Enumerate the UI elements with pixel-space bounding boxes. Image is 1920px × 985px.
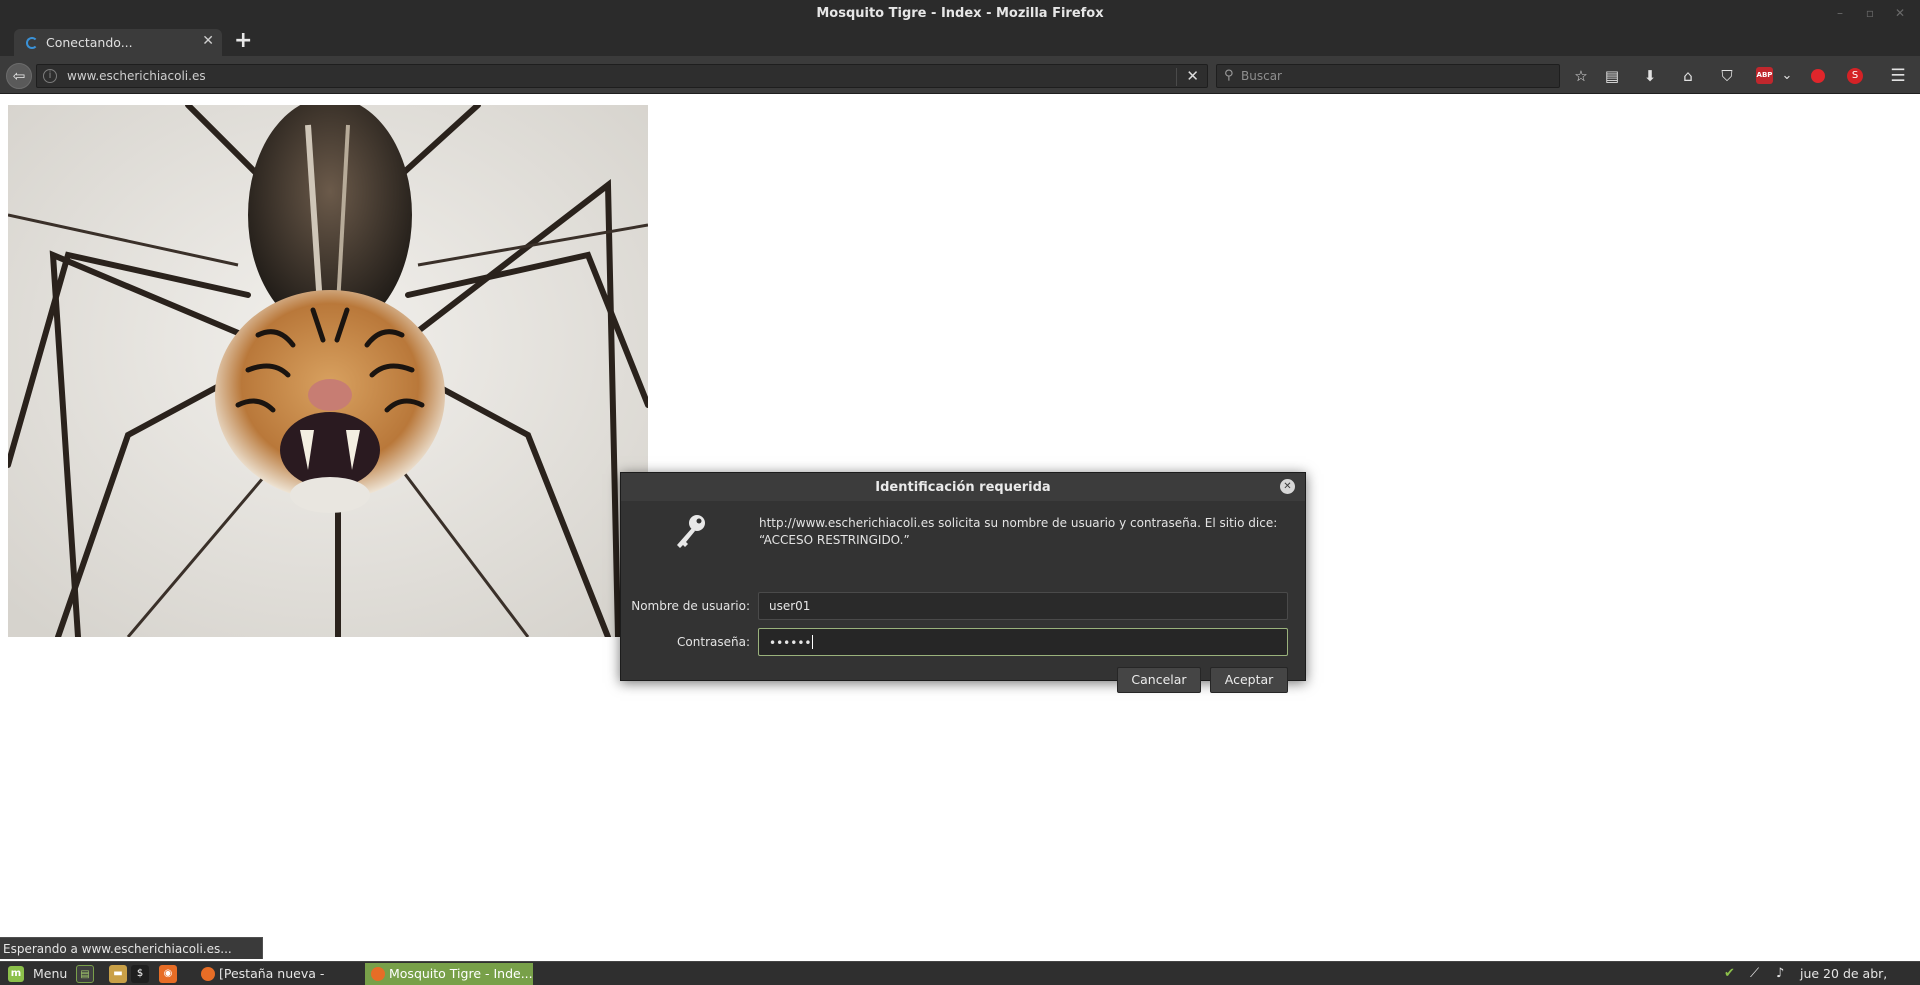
window-title: Mosquito Tigre - Index - Mozilla Firefox bbox=[816, 6, 1104, 21]
search-placeholder: Buscar bbox=[1241, 69, 1282, 83]
username-label: Nombre de usuario: bbox=[631, 599, 750, 613]
password-label: Contraseña: bbox=[677, 635, 750, 649]
record-icon[interactable] bbox=[1811, 69, 1825, 83]
firefox-icon bbox=[371, 967, 385, 981]
window-titlebar: Mosquito Tigre - Index - Mozilla Firefox… bbox=[0, 0, 1920, 28]
taskbar-window-new-tab[interactable]: [Pestaña nueva - Moz... bbox=[195, 963, 363, 985]
terminal-icon[interactable]: $ bbox=[131, 965, 149, 983]
navigation-toolbar: ⇦ i www.escherichiacoli.es ✕ ⚲ Buscar ☆ … bbox=[0, 56, 1920, 94]
dialog-title: Identificación requerida bbox=[875, 480, 1051, 495]
network-icon[interactable]: ⟋ bbox=[1750, 965, 1759, 983]
dialog-close-icon[interactable]: ✕ bbox=[1280, 479, 1295, 494]
url-text[interactable]: www.escherichiacoli.es bbox=[67, 69, 206, 83]
firefox-icon bbox=[201, 967, 215, 981]
site-info-icon[interactable]: i bbox=[43, 69, 57, 83]
dialog-body: http://www.escherichiacoli.es solicita s… bbox=[621, 501, 1305, 693]
menu-button[interactable]: Menu bbox=[33, 962, 67, 985]
window-label: Mosquito Tigre - Inde... bbox=[389, 966, 533, 981]
update-shield-icon[interactable]: ✔ bbox=[1724, 965, 1735, 983]
hamburger-menu-icon[interactable]: ☰ bbox=[1888, 66, 1908, 86]
home-icon[interactable]: ⌂ bbox=[1678, 66, 1698, 86]
search-input[interactable]: ⚲ Buscar bbox=[1216, 64, 1560, 88]
back-button[interactable]: ⇦ bbox=[6, 63, 32, 89]
accept-button[interactable]: Aceptar bbox=[1210, 667, 1288, 693]
tab-label: Conectando... bbox=[46, 35, 133, 50]
stop-loading-icon[interactable]: ✕ bbox=[1186, 67, 1199, 85]
dialog-message: http://www.escherichiacoli.es solicita s… bbox=[759, 516, 1278, 547]
maximize-icon[interactable]: ▫ bbox=[1862, 5, 1878, 21]
adblock-plus-icon[interactable]: ABP bbox=[1756, 67, 1773, 84]
clock[interactable]: jue 20 de abr, 00:24 bbox=[1800, 965, 1920, 985]
minimize-icon[interactable]: – bbox=[1832, 5, 1848, 21]
bookmarks-list-icon[interactable]: ▤ bbox=[1602, 66, 1622, 86]
password-field[interactable]: •••••• bbox=[758, 628, 1288, 656]
cancel-button[interactable]: Cancelar bbox=[1117, 667, 1201, 693]
search-icon: ⚲ bbox=[1224, 68, 1234, 83]
status-panel: Esperando a www.escherichiacoli.es... bbox=[0, 937, 263, 959]
text-caret bbox=[812, 635, 814, 649]
window-close-icon[interactable]: ✕ bbox=[1892, 5, 1908, 21]
tab-active[interactable]: Conectando... ✕ bbox=[14, 29, 222, 56]
show-desktop-icon[interactable]: ▤ bbox=[76, 965, 94, 983]
taskbar-window-mosquito[interactable]: Mosquito Tigre - Inde... bbox=[365, 963, 533, 985]
tab-close-icon[interactable]: ✕ bbox=[202, 33, 214, 49]
new-tab-button[interactable]: + bbox=[234, 30, 252, 52]
url-bar[interactable]: i www.escherichiacoli.es ✕ bbox=[36, 64, 1208, 88]
adblock-menu-chevron-icon[interactable]: ⌄ bbox=[1777, 66, 1797, 86]
firefox-launcher-icon[interactable]: ◉ bbox=[159, 965, 177, 983]
mosquito-tiger-image bbox=[8, 105, 648, 637]
files-icon[interactable]: ▬ bbox=[109, 965, 127, 983]
password-value: •••••• bbox=[769, 636, 812, 650]
tab-strip: Conectando... ✕ bbox=[0, 28, 1920, 56]
page-content: Identificación requerida ✕ http://www.es… bbox=[0, 95, 1920, 961]
window-label: [Pestaña nueva - Moz... bbox=[219, 966, 325, 981]
bookmark-star-icon[interactable]: ☆ bbox=[1571, 66, 1591, 86]
loading-spinner-icon bbox=[26, 37, 38, 49]
mint-menu-icon[interactable]: m bbox=[8, 966, 24, 982]
username-field[interactable]: user01 bbox=[758, 592, 1288, 620]
auth-dialog: Identificación requerida ✕ http://www.es… bbox=[620, 472, 1306, 693]
noscript-icon[interactable]: S bbox=[1847, 68, 1863, 84]
pocket-icon[interactable]: ⛉ bbox=[1717, 66, 1737, 86]
key-icon bbox=[677, 515, 705, 548]
url-separator bbox=[1176, 68, 1177, 86]
taskbar: m Menu ▤ ▬ $ ◉ [Pestaña nueva - Moz... M… bbox=[0, 961, 1920, 985]
download-icon[interactable]: ⬇ bbox=[1640, 66, 1660, 86]
volume-icon[interactable]: ♪ bbox=[1776, 965, 1784, 983]
